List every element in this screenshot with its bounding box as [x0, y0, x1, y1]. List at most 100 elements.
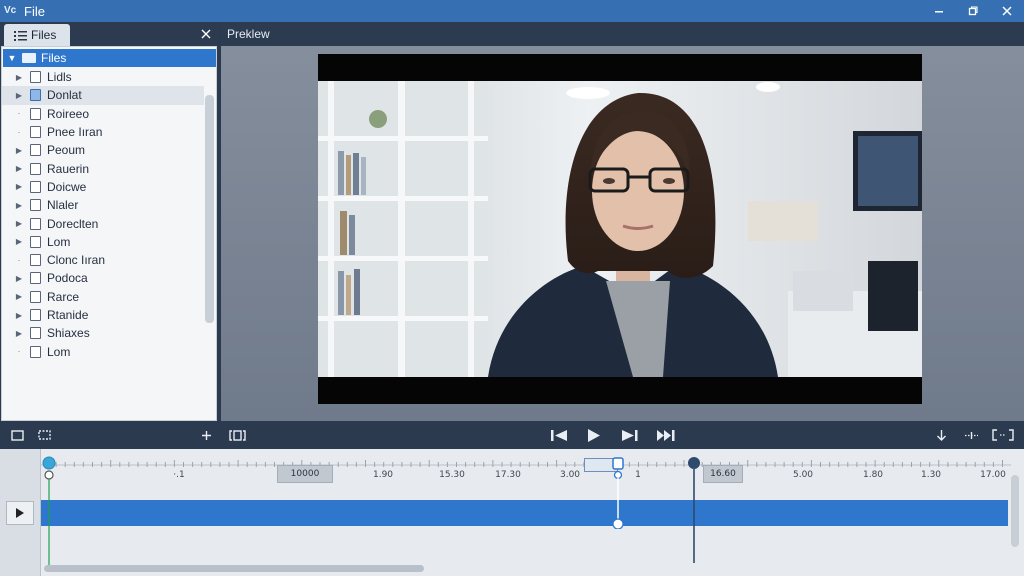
play-icon: [16, 508, 24, 518]
tree-item-label: Donlat: [47, 88, 82, 103]
tree-item[interactable]: ▶ Doicwe: [2, 178, 204, 196]
video-image: [318, 81, 922, 377]
tree-item-label: Peoum: [47, 143, 86, 158]
preview-title: Preklew: [221, 22, 1024, 46]
skip-back-button[interactable]: [548, 426, 570, 444]
chevron-right-icon[interactable]: ▶: [13, 292, 25, 301]
tick-label: 1.80: [862, 470, 884, 480]
tree-item[interactable]: ▶ Rarce: [2, 288, 204, 306]
tree-item-label: Lom: [47, 234, 71, 249]
close-window-button[interactable]: [990, 0, 1024, 22]
tree-item[interactable]: ▶ Lidls: [2, 68, 204, 86]
chevron-right-icon[interactable]: ▶: [13, 274, 25, 283]
restore-button[interactable]: [956, 0, 990, 22]
tree-item[interactable]: · Pnee Iıran: [2, 123, 204, 141]
chevron-right-icon[interactable]: ▶: [13, 329, 25, 338]
files-panel: Files ▼ Files ▶ Lidls ▶ Donlat · Roireeo · Pnee…: [0, 22, 218, 462]
track-play-button[interactable]: [6, 501, 34, 525]
folder-icon: [22, 53, 36, 63]
close-panel-button[interactable]: [198, 25, 214, 43]
aspect-button[interactable]: [227, 426, 247, 444]
tab-files[interactable]: Files: [4, 24, 70, 46]
tick-label: 15.30: [439, 470, 465, 480]
chevron-right-icon[interactable]: ▶: [13, 219, 25, 228]
dot-icon: ·: [17, 109, 21, 119]
tab-files-label: Files: [31, 28, 57, 42]
tree-item-label: Rtanide: [47, 308, 89, 322]
tree-item[interactable]: ▶ Rauerin: [2, 159, 204, 177]
ruler-ticks: [41, 460, 1011, 467]
file-icon: [30, 162, 41, 175]
step-forward-icon: [657, 429, 675, 441]
tree-item-label: Rauerin: [47, 161, 90, 176]
square-icon: [10, 429, 24, 441]
chevron-right-icon[interactable]: ▶: [13, 311, 25, 320]
chevron-right-icon[interactable]: ▶: [13, 237, 25, 246]
tick-label: 5.00: [792, 470, 814, 480]
tree-item[interactable]: ▶ Donlat: [2, 86, 204, 105]
move-button[interactable]: [962, 426, 980, 444]
chevron-right-icon[interactable]: ▶: [13, 164, 25, 173]
file-icon: [30, 217, 41, 230]
tree-item[interactable]: · Roireeo: [2, 105, 204, 123]
tree-item[interactable]: ▶ Nlaler: [2, 196, 204, 214]
start-marker[interactable]: [40, 455, 60, 570]
file-icon: [30, 126, 41, 139]
tree-item-label: Doicwe: [47, 179, 87, 194]
file-icon: [30, 272, 41, 285]
crop-icon: [37, 430, 51, 440]
tree-item[interactable]: ▶ Podoca: [2, 269, 204, 287]
timeline-scrollbar[interactable]: [44, 565, 424, 572]
tree-item-label: Clonc Iıran: [47, 253, 106, 268]
tree-items: ▶ Lidls ▶ Donlat · Roireeo · Pnee Iıran ▶ Peoum ▶ R…: [2, 68, 204, 361]
step-forward-button[interactable]: [655, 426, 677, 444]
tick-label: 10000: [277, 465, 333, 483]
in-point-marker[interactable]: [608, 457, 628, 529]
skip-forward-button[interactable]: [619, 426, 641, 444]
tree-root-files[interactable]: ▼ Files: [3, 49, 216, 67]
tree-scrollbar[interactable]: [205, 95, 214, 323]
chevron-right-icon[interactable]: ▶: [13, 91, 25, 100]
chevron-right-icon[interactable]: ▶: [13, 146, 25, 155]
tick-label: 17.00: [980, 470, 1006, 480]
chevron-right-icon[interactable]: ▶: [13, 201, 25, 210]
timeline-vertical-scrollbar[interactable]: [1011, 475, 1019, 547]
minimize-icon: [935, 11, 943, 13]
list-icon: [14, 30, 27, 41]
add-button[interactable]: [198, 426, 214, 444]
video-track-clip[interactable]: [41, 500, 1008, 526]
tree-item[interactable]: ▶ Shiaxes: [2, 324, 204, 342]
file-icon: [30, 254, 41, 267]
chevron-down-icon[interactable]: ▼: [5, 53, 19, 63]
dot-icon: ·: [17, 255, 21, 265]
file-icon: [30, 235, 41, 248]
select-button[interactable]: [8, 426, 26, 444]
preview-panel: Preklew: [221, 22, 1024, 421]
tree-item-label: Podoca: [47, 271, 88, 286]
tree-item[interactable]: · Lom: [2, 342, 204, 360]
dot-icon: ·: [17, 347, 21, 357]
time-ruler[interactable]: ·.1 10000 1.90 15.30 17.30 3.00 1 16.60 5.00 1.80…: [41, 449, 1011, 489]
tree-item[interactable]: ▶ Lom: [2, 233, 204, 251]
tick-label: 17.30: [495, 470, 521, 480]
minimize-button[interactable]: [922, 0, 956, 22]
download-button[interactable]: [933, 426, 949, 444]
tree-item-label: Nlaler: [47, 198, 79, 213]
crop-button[interactable]: [35, 426, 53, 444]
chevron-right-icon[interactable]: ▶: [13, 73, 25, 82]
fit-button[interactable]: [990, 426, 1016, 444]
playhead[interactable]: [684, 455, 704, 565]
tree-item[interactable]: ▶ Rtanide: [2, 306, 204, 324]
play-button[interactable]: [585, 426, 603, 444]
chevron-right-icon[interactable]: ▶: [13, 182, 25, 191]
file-icon: [30, 71, 41, 84]
file-icon: [30, 290, 41, 303]
tree-item[interactable]: ▶ Peoum: [2, 141, 204, 159]
file-icon: [30, 89, 41, 102]
tree-item[interactable]: ▶ Doreclten: [2, 214, 204, 232]
video-frame[interactable]: [318, 54, 922, 404]
file-icon: [30, 180, 41, 193]
tree-item[interactable]: · Clonc Iıran: [2, 251, 204, 269]
play-icon: [588, 428, 600, 442]
tree-item-label: Roireeo: [47, 106, 90, 121]
